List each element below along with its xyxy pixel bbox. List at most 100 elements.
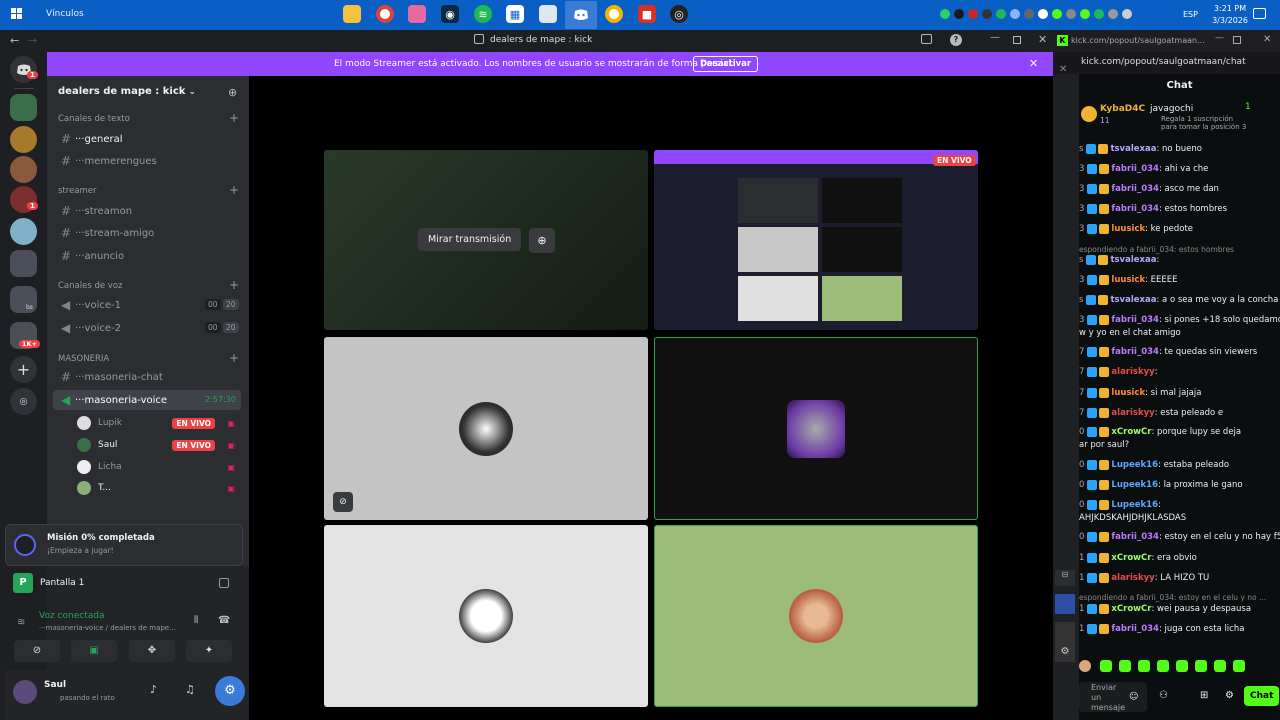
chat-message[interactable]: 3 fabrii_034: si pones +18 solo quedamos bbox=[1079, 314, 1280, 326]
app-icon[interactable]: ■ bbox=[638, 5, 656, 23]
emote-icon[interactable] bbox=[1157, 660, 1169, 672]
channel-general[interactable]: # ···general bbox=[53, 129, 241, 149]
stream-tile-preview[interactable]: Mirar transmisión ⊕ bbox=[324, 150, 648, 330]
category-masoneria[interactable]: MASONERIA bbox=[58, 354, 109, 364]
channel-memerengues[interactable]: # ···memerengues bbox=[53, 151, 241, 171]
chat-username[interactable]: fabrii_034 bbox=[1111, 624, 1159, 634]
participant-tile[interactable] bbox=[324, 525, 648, 707]
chat-message[interactable]: 1 xCrowCr: wei pausa y despausa bbox=[1079, 603, 1280, 615]
chat-message[interactable]: 1 xCrowCr: era obvio bbox=[1079, 552, 1280, 564]
chat-url-bar[interactable]: kick.com/popout/saulgoatmaan/chat bbox=[1053, 52, 1280, 74]
spotify-icon[interactable]: ≋ bbox=[474, 5, 492, 23]
chat-message[interactable]: 1 alariskyy: LA HIZO TU bbox=[1079, 572, 1280, 584]
voice-channel-info[interactable]: ···masoneria-voice / dealers de mape... bbox=[39, 624, 176, 632]
server-folder-icon[interactable] bbox=[10, 250, 37, 277]
chat-message[interactable]: 1 fabrii_034: juga con esta licha bbox=[1079, 623, 1280, 635]
voice-user[interactable]: Licha ▣ bbox=[77, 457, 241, 477]
file-explorer-icon[interactable] bbox=[343, 5, 361, 23]
microphone-icon[interactable]: ♪ bbox=[150, 683, 157, 696]
chat-username[interactable]: fabrii_034 bbox=[1111, 347, 1159, 357]
chat-username[interactable]: xCrowCr bbox=[1111, 604, 1151, 614]
emote-icon[interactable] bbox=[1233, 660, 1245, 672]
channel-voice-1[interactable]: ◀ ···voice-1 00 20 bbox=[53, 295, 241, 315]
chat-message[interactable]: 0 Lupeek16: la proxima le gano bbox=[1079, 479, 1280, 491]
chat-message[interactable]: 3 fabrii_034: ahi va che bbox=[1079, 163, 1280, 175]
close-icon[interactable]: ✕ bbox=[1038, 33, 1047, 46]
server-icon[interactable] bbox=[10, 94, 37, 121]
steam-icon[interactable]: ◉ bbox=[441, 5, 459, 23]
camera-toggle-button[interactable]: ⊘ bbox=[14, 640, 60, 662]
top-gifter-name[interactable]: KybaD4C bbox=[1100, 104, 1145, 114]
minimize-icon[interactable]: — bbox=[1215, 33, 1224, 43]
volume-icon[interactable] bbox=[1066, 9, 1076, 19]
chat-message[interactable]: 3 luusick: EEEEE bbox=[1079, 274, 1280, 286]
headphones-icon[interactable]: ♫ bbox=[185, 683, 195, 696]
emoji-icon[interactable]: ☺ bbox=[1129, 692, 1138, 702]
channel-voice-2[interactable]: ◀ ···voice-2 00 20 bbox=[53, 318, 241, 338]
settings-gear-icon[interactable]: ⚙ bbox=[1055, 642, 1075, 662]
voice-status[interactable]: Voz conectada bbox=[39, 611, 104, 621]
server-folder-icon[interactable]: bs bbox=[10, 286, 37, 313]
back-arrow-icon[interactable]: ← bbox=[10, 34, 19, 47]
tray-icon[interactable] bbox=[1108, 9, 1118, 19]
emote-icon[interactable] bbox=[1079, 660, 1091, 672]
tray-icon[interactable] bbox=[996, 9, 1006, 19]
add-channel-icon[interactable]: + bbox=[229, 351, 239, 365]
stop-stream-icon[interactable] bbox=[219, 578, 229, 588]
soundboard-button[interactable]: ✦ bbox=[186, 640, 232, 662]
gift-icon[interactable]: ⊞ bbox=[1200, 690, 1208, 701]
chat-username[interactable]: fabrii_034 bbox=[1111, 532, 1159, 542]
tray-icon[interactable] bbox=[1094, 9, 1104, 19]
notifications-icon[interactable] bbox=[1253, 8, 1266, 19]
participant-tile[interactable]: ⊘ bbox=[324, 337, 648, 520]
chat-username[interactable]: alariskyy bbox=[1111, 408, 1154, 418]
tray-icon[interactable] bbox=[1038, 9, 1048, 19]
chat-message[interactable]: 0 xCrowCr: porque lupy se deja bbox=[1079, 426, 1280, 438]
server-name[interactable]: dealers de mape : kick ⌄ bbox=[58, 86, 196, 97]
chat-message[interactable]: 7 luusick: si mal jajaja bbox=[1079, 387, 1280, 399]
stream-tile-live[interactable]: EN VIVO bbox=[654, 150, 978, 330]
chat-username[interactable]: luusick bbox=[1111, 275, 1145, 285]
channel-masoneria-voice[interactable]: ◀ ···masoneria-voice 2:57:30 bbox=[53, 390, 241, 410]
mission-card[interactable]: Misión 0% completada ¡Empieza a jugar! bbox=[5, 524, 243, 566]
server-icon[interactable] bbox=[10, 156, 37, 183]
chat-message[interactable]: 7 fabrii_034: te quedas sin viewers bbox=[1079, 346, 1280, 358]
server-icon[interactable] bbox=[10, 218, 37, 245]
add-channel-icon[interactable]: + bbox=[229, 183, 239, 197]
chat-message[interactable]: 0 Lupeek16: estaba peleado bbox=[1079, 459, 1280, 471]
voice-user[interactable]: T... ▣ bbox=[77, 478, 241, 498]
chat-username[interactable]: alariskyy bbox=[1111, 367, 1154, 377]
chat-message[interactable]: 7 alariskyy: esta peleado e bbox=[1079, 407, 1280, 419]
chat-username[interactable]: alariskyy bbox=[1111, 573, 1154, 583]
discord-taskbar-icon[interactable] bbox=[565, 1, 597, 29]
tray-icon[interactable] bbox=[954, 9, 964, 19]
chat-message[interactable]: 0 fabrii_034: estoy en el celu y no hay f… bbox=[1079, 531, 1280, 543]
emote-icon[interactable] bbox=[1138, 660, 1150, 672]
windows-start-icon[interactable] bbox=[8, 5, 26, 23]
tool-icon[interactable] bbox=[1055, 594, 1075, 614]
chat-username[interactable]: Lupeek16 bbox=[1111, 500, 1158, 510]
chat-username[interactable]: fabrii_034 bbox=[1111, 315, 1159, 325]
emote-icon[interactable] bbox=[1176, 660, 1188, 672]
deactivate-button[interactable]: Desactivar bbox=[693, 56, 759, 72]
chat-message[interactable]: 3 luusick: ke pedote bbox=[1079, 223, 1280, 235]
chat-message[interactable]: s tsvalexaa: no bueno bbox=[1079, 143, 1280, 155]
send-chat-button[interactable]: Chat bbox=[1244, 686, 1280, 706]
chat-username[interactable]: fabrii_034 bbox=[1111, 204, 1159, 214]
emote-icon[interactable] bbox=[1119, 660, 1131, 672]
maximize-icon[interactable] bbox=[1233, 36, 1241, 44]
chat-message[interactable]: ar por saul? bbox=[1079, 439, 1280, 451]
tray-icon[interactable] bbox=[1080, 9, 1090, 19]
chat-input[interactable]: Enviar un mensaje ☺ bbox=[1079, 682, 1147, 712]
emote-icon[interactable] bbox=[1195, 660, 1207, 672]
discover-icon[interactable]: ◎ bbox=[10, 388, 37, 415]
banner-close-icon[interactable]: ✕ bbox=[1029, 57, 1038, 70]
chat-message[interactable]: s tsvalexaa: a o sea me voy a la concha bbox=[1079, 294, 1280, 306]
server-icon[interactable]: 1 bbox=[10, 186, 38, 213]
settings-gear-icon[interactable]: ⚙ bbox=[215, 676, 245, 706]
gifter-name[interactable]: javagochi bbox=[1150, 104, 1193, 114]
tool-icon[interactable] bbox=[1055, 622, 1075, 642]
chat-message[interactable]: AHJKDSKAHJDHJKLASDAS bbox=[1079, 512, 1280, 524]
app-icon[interactable] bbox=[539, 5, 557, 23]
tray-icon[interactable] bbox=[1024, 9, 1034, 19]
